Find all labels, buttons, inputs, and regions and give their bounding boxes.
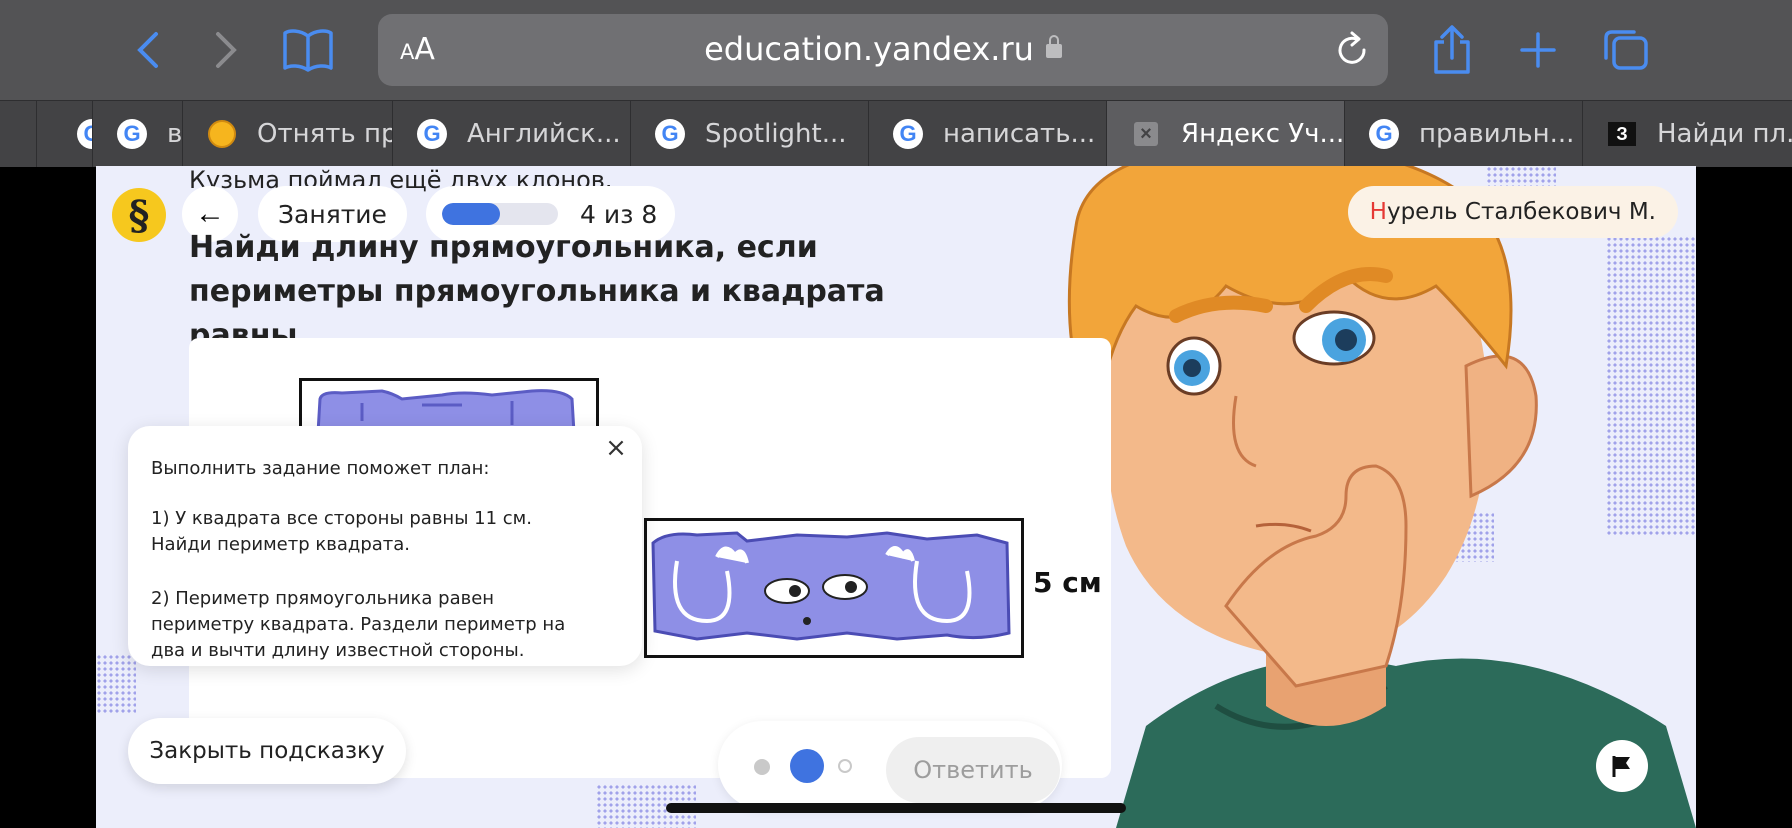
tab-label: Найди пл... xyxy=(1657,119,1792,149)
tab-6-active[interactable]: × Яндекс Уч... xyxy=(1106,101,1345,167)
hint-popup: × Выполнить задание поможет план: 1) У к… xyxy=(128,426,642,666)
progress-fill xyxy=(442,203,500,225)
browser-toolbar: AA education.yandex.ru xyxy=(0,0,1792,100)
progress-bar xyxy=(442,203,558,225)
yandex-education-logo[interactable]: § xyxy=(112,188,166,242)
address-bar[interactable]: AA education.yandex.ru xyxy=(378,14,1388,86)
report-flag-icon[interactable] xyxy=(1596,740,1648,792)
url-label: education.yandex.ru xyxy=(704,30,1034,68)
lock-icon xyxy=(1045,35,1062,58)
tab-label: Английск... xyxy=(467,119,621,149)
rectangle-dimension: 5 см xyxy=(1033,566,1102,599)
reload-icon[interactable] xyxy=(1332,30,1372,75)
user-name: урель Сталбекович М. xyxy=(1386,199,1656,225)
tab-label: в xyxy=(167,119,183,149)
tab-label: Яндекс Уч... xyxy=(1181,119,1345,149)
step-dot-3[interactable] xyxy=(838,759,852,773)
orange-circle-icon xyxy=(207,119,237,149)
google-icon: G xyxy=(1369,119,1399,149)
step-dot-1[interactable] xyxy=(754,759,770,775)
hint-title: Выполнить задание поможет план: xyxy=(151,458,490,479)
tab-label: Spotlight... xyxy=(705,119,847,149)
tab-1[interactable]: G в xyxy=(92,101,183,167)
tab-0[interactable]: G xyxy=(36,101,93,167)
monster-rectangle-image xyxy=(651,531,1011,641)
url-text[interactable]: education.yandex.ru xyxy=(378,30,1388,68)
pattern-decoration xyxy=(96,654,136,714)
google-icon: G xyxy=(77,119,93,149)
answer-button[interactable]: Ответить xyxy=(886,737,1060,803)
tab-label: Отнять пр... xyxy=(257,119,393,149)
tab-label: правильн... xyxy=(1419,119,1575,149)
share-icon[interactable] xyxy=(1424,22,1480,78)
new-tab-icon[interactable] xyxy=(1510,22,1566,78)
tab-3[interactable]: G Английск... xyxy=(392,101,631,167)
tab-bar: G G в Отнять пр... G Английск... G Spotl… xyxy=(0,100,1792,167)
google-icon: G xyxy=(893,119,923,149)
tab-label: написать... xyxy=(943,119,1096,149)
tab-4[interactable]: G Spotlight... xyxy=(630,101,869,167)
tab-close-icon[interactable]: × xyxy=(1131,119,1161,149)
rectangle-figure xyxy=(644,518,1024,658)
user-name-badge[interactable]: Нурель Сталбекович М. xyxy=(1347,186,1678,238)
bookmarks-icon[interactable] xyxy=(280,22,336,78)
tabs-overview-icon[interactable] xyxy=(1598,22,1654,78)
hint-step1-line1: 1) У квадрата все стороны равны 11 см. xyxy=(151,508,532,529)
back-nav-icon[interactable] xyxy=(120,22,176,78)
hint-step1-line2: Найди периметр квадрата. xyxy=(151,534,411,555)
user-initial: Н xyxy=(1369,199,1387,225)
hint-step2: 2) Периметр прямоугольника равен перимет… xyxy=(151,588,566,661)
lesson-page: Кузьма поймал ещё двух клонов. § ← Занят… xyxy=(96,166,1696,828)
progress-text: 4 из 8 xyxy=(580,199,658,229)
step-dot-2-current[interactable] xyxy=(790,749,824,783)
google-icon: G xyxy=(417,119,447,149)
close-hint-button[interactable]: Закрыть подсказку xyxy=(128,718,406,784)
square-figure xyxy=(299,378,599,433)
tab-5[interactable]: G написать... xyxy=(868,101,1107,167)
z-icon: З xyxy=(1607,119,1637,149)
google-icon: G xyxy=(655,119,685,149)
home-indicator xyxy=(666,803,1126,813)
tab-7[interactable]: G правильн... xyxy=(1344,101,1583,167)
answer-bar: Ответить xyxy=(718,721,1062,809)
forward-nav-icon[interactable] xyxy=(198,22,254,78)
tab-8[interactable]: З Найди пл... xyxy=(1582,101,1792,167)
google-icon: G xyxy=(117,119,147,149)
tab-2[interactable]: Отнять пр... xyxy=(182,101,393,167)
lesson-label: Занятие xyxy=(278,199,387,229)
